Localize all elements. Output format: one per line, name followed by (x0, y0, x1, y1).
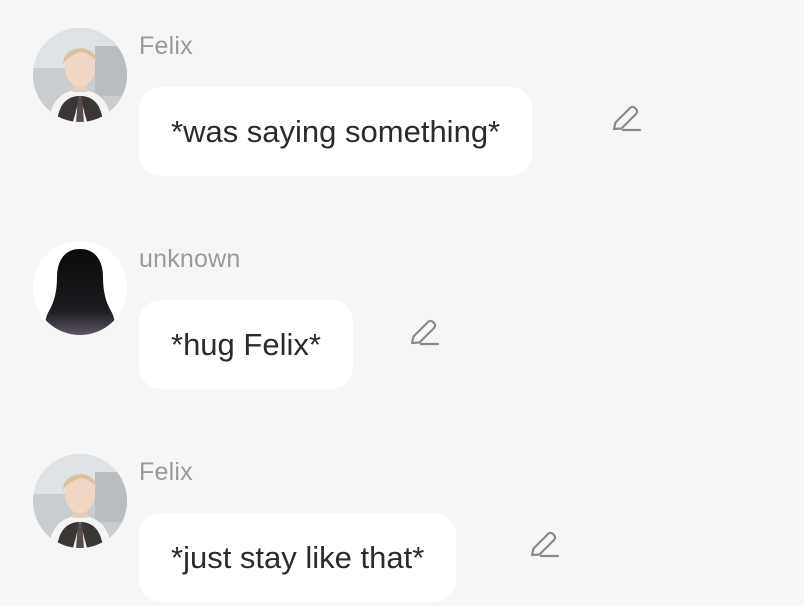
pencil-edit-icon[interactable] (609, 102, 643, 136)
sender-name: Felix (139, 458, 193, 486)
message-bubble[interactable]: *just stay like that* (139, 513, 457, 602)
pencil-edit-icon[interactable] (407, 316, 441, 350)
message-item: Felix *was saying something* (0, 0, 804, 180)
message-bubble[interactable]: *was saying something* (139, 87, 533, 176)
avatar[interactable] (33, 28, 127, 122)
avatar[interactable] (33, 454, 127, 548)
message-item: unknown *hug Felix* (0, 213, 804, 393)
sender-name: Felix (139, 32, 193, 60)
pencil-edit-icon[interactable] (527, 528, 561, 562)
message-item: Felix *just stay like that* (0, 426, 804, 606)
sender-name: unknown (139, 245, 241, 273)
avatar[interactable] (33, 241, 127, 335)
message-bubble[interactable]: *hug Felix* (139, 300, 353, 389)
